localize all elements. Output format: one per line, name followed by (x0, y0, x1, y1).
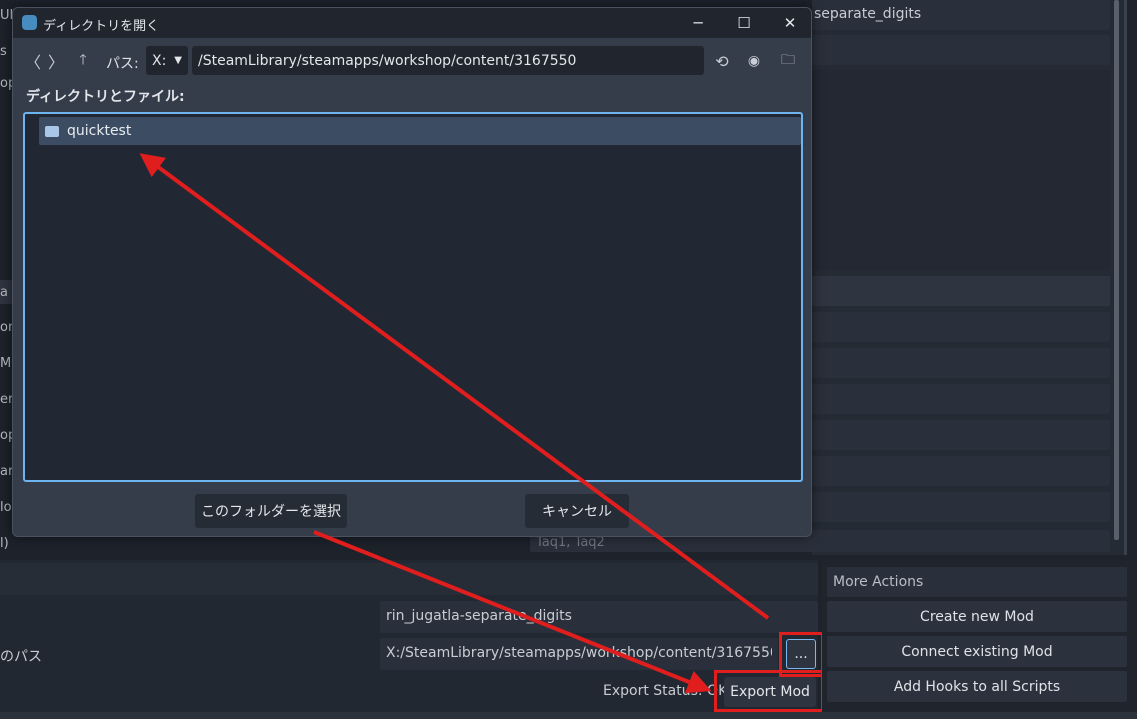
arrow-to-export (313, 530, 712, 694)
annotation-arrows (139, 153, 770, 694)
arrow-to-folder (139, 153, 770, 620)
